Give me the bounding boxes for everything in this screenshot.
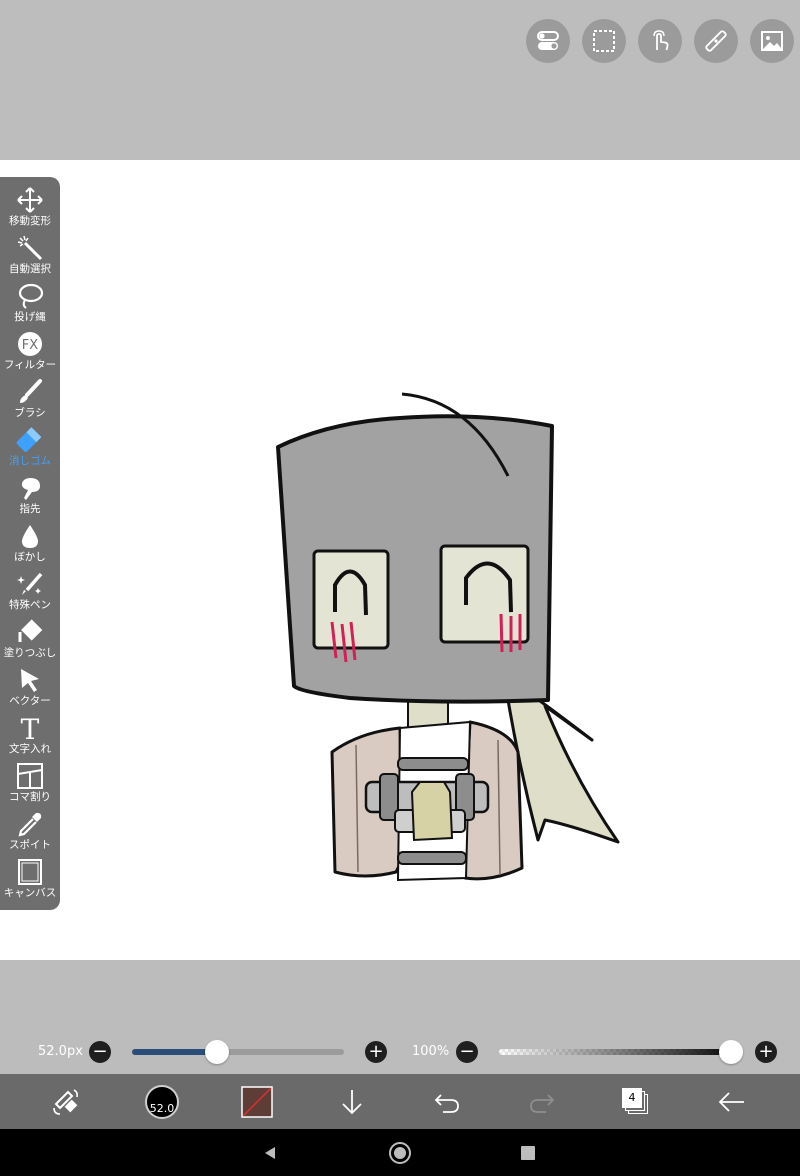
swap-tool-button[interactable] (36, 1074, 96, 1129)
tool-blur-drop[interactable]: ぼかし (0, 521, 60, 569)
brush-size-decrease-button[interactable]: − (89, 1041, 111, 1063)
tool-label: 塗りつぶし (3, 647, 57, 659)
tool-move[interactable]: 移動変形 (0, 185, 60, 233)
swap-brush-eraser-icon (53, 1088, 78, 1115)
tool-label: 自動選択 (9, 263, 51, 275)
minus-icon: − (459, 1041, 475, 1062)
svg-text:FX: FX (22, 338, 38, 353)
gesture-icon (653, 30, 669, 51)
brush-icon (16, 378, 44, 406)
tool-label: 移動変形 (9, 215, 51, 227)
undo-icon (434, 1093, 459, 1113)
selection-button[interactable] (582, 19, 626, 63)
tool-label: スポイト (9, 839, 51, 851)
brush-size-value: 52.0px (38, 1044, 83, 1059)
tool-label: 指先 (19, 503, 41, 515)
nav-home-button[interactable] (376, 1129, 424, 1176)
move-icon (16, 186, 44, 214)
tool-lasso[interactable]: 投げ縄 (0, 281, 60, 329)
minus-icon: − (92, 1041, 108, 1062)
plus-icon: + (758, 1041, 774, 1062)
arrow-down-icon (342, 1089, 362, 1114)
tool-fill-bucket[interactable]: 塗りつぶし (0, 617, 60, 665)
opacity-decrease-button[interactable]: − (456, 1041, 478, 1063)
redo-icon (530, 1093, 555, 1113)
layers-button[interactable]: 4 (606, 1074, 666, 1129)
tool-eyedropper[interactable]: スポイト (0, 809, 60, 857)
top-bar (0, 0, 800, 160)
ruler-button[interactable] (694, 19, 738, 63)
selection-icon (593, 30, 615, 52)
tool-brush[interactable]: ブラシ (0, 377, 60, 425)
brush-preview-icon: 52.0 (145, 1084, 179, 1119)
smudge-icon (16, 474, 44, 502)
tool-text[interactable]: T 文字入れ (0, 713, 60, 761)
lasso-icon (16, 282, 44, 310)
tool-label: 消しゴム (9, 455, 51, 467)
fx-icon: FX (16, 330, 44, 358)
brush-size-badge: 52.0 (149, 1101, 175, 1115)
download-button[interactable] (322, 1074, 382, 1129)
frame-divide-icon (16, 762, 44, 790)
square-recents-icon (521, 1145, 535, 1160)
back-button[interactable] (702, 1074, 762, 1129)
circle-home-icon (389, 1141, 411, 1164)
tool-label: 文字入れ (9, 743, 51, 755)
tool-smudge[interactable]: 指先 (0, 473, 60, 521)
tool-label: 特殊ペン (9, 599, 51, 611)
ruler-icon (705, 30, 727, 52)
brush-size-knob[interactable] (204, 1040, 229, 1064)
eraser-icon (16, 426, 44, 454)
image-icon (761, 31, 783, 51)
tool-label: フィルター (3, 359, 57, 371)
tool-fx[interactable]: FX フィルター (0, 329, 60, 377)
nav-back-button[interactable] (246, 1129, 294, 1176)
nav-recents-button[interactable] (504, 1129, 552, 1176)
tool-eraser[interactable]: 消しゴム (0, 425, 60, 473)
text-icon: T (16, 714, 44, 742)
image-button[interactable] (750, 19, 794, 63)
settings-toggle-icon (537, 31, 559, 50)
brush-size-button[interactable]: 52.0 (132, 1074, 192, 1129)
tool-vector-arrow[interactable]: ベクター (0, 665, 60, 713)
lower-panel (0, 960, 800, 1074)
drawing-canvas[interactable] (0, 160, 800, 960)
fill-bucket-icon (16, 618, 44, 646)
gesture-button[interactable] (638, 19, 682, 63)
tool-label: ぼかし (14, 551, 46, 563)
opacity-increase-button[interactable]: + (755, 1041, 777, 1063)
tool-magic-wand[interactable]: 自動選択 (0, 233, 60, 281)
undo-button[interactable] (417, 1074, 477, 1129)
triangle-back-icon (265, 1146, 275, 1159)
opacity-value: 100% (412, 1044, 450, 1059)
blur-drop-icon (16, 522, 44, 550)
eyedropper-icon (16, 810, 44, 838)
plus-icon: + (368, 1041, 384, 1062)
character-artwork (276, 392, 620, 882)
bottom-toolbar (0, 1074, 800, 1129)
tool-special-pen[interactable]: 特殊ペン (0, 569, 60, 617)
svg-text:T: T (21, 714, 40, 742)
arrow-left-icon (718, 1091, 744, 1112)
vector-arrow-icon (16, 666, 44, 694)
magic-wand-icon (16, 234, 44, 262)
settings-toggle-button[interactable] (526, 19, 570, 63)
tool-label: キャンバス (3, 887, 57, 899)
brush-size-increase-button[interactable]: + (365, 1041, 387, 1063)
canvas-icon (16, 858, 44, 886)
color-button[interactable] (227, 1074, 287, 1129)
redo-button[interactable] (512, 1074, 572, 1129)
tool-label: ベクター (9, 695, 51, 707)
layers-icon: 4 (621, 1087, 651, 1117)
opacity-slider[interactable] (499, 1049, 741, 1055)
tool-canvas[interactable]: キャンバス (0, 857, 60, 905)
layer-count: 4 (628, 1091, 636, 1104)
tool-frame-divide[interactable]: コマ割り (0, 761, 60, 809)
tool-label: ブラシ (14, 407, 46, 419)
tool-label: 投げ縄 (14, 311, 46, 323)
color-swatch-icon (241, 1085, 273, 1118)
opacity-knob[interactable] (719, 1040, 743, 1064)
tool-label: コマ割り (9, 791, 51, 803)
special-pen-icon (16, 570, 44, 598)
